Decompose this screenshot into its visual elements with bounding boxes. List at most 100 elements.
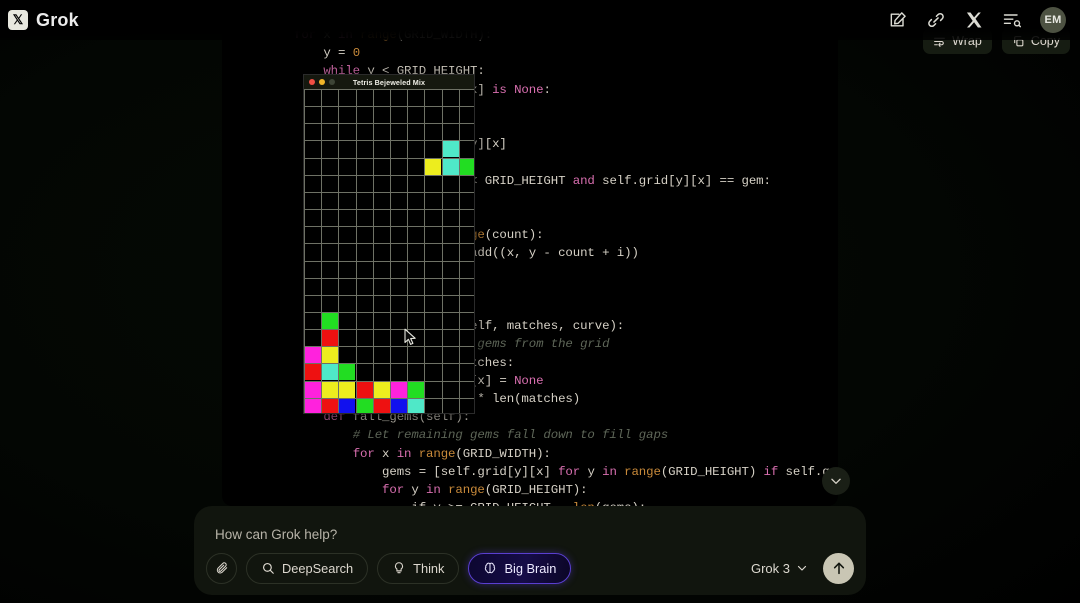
- game-gem: [305, 399, 321, 413]
- top-bar-actions: EM: [888, 0, 1066, 40]
- code-token: y: [411, 483, 427, 498]
- code-token: (GRID_WIDTH):: [455, 446, 551, 461]
- game-gem: [391, 399, 407, 413]
- code-token: y =: [323, 46, 353, 61]
- grid-line-horizontal: [304, 106, 474, 107]
- brand[interactable]: 𝕏 Grok: [8, 10, 79, 31]
- game-gem: [305, 347, 321, 363]
- grid-line-horizontal: [304, 89, 474, 90]
- attach-button[interactable]: [206, 552, 237, 584]
- code-line: for y in range(GRID_HEIGHT):: [222, 481, 838, 499]
- avatar[interactable]: EM: [1040, 7, 1066, 33]
- game-gem: [322, 313, 338, 329]
- game-title-bar[interactable]: Tetris Bejeweled Mix: [304, 75, 474, 89]
- code-token: gems = [self.grid[y][x]: [382, 464, 559, 479]
- game-gem: [322, 382, 338, 398]
- game-gem: [374, 399, 390, 413]
- grid-line-vertical: [356, 89, 357, 413]
- code-line: y = 0: [222, 44, 838, 62]
- game-gem: [374, 382, 390, 398]
- big-brain-label: Big Brain: [504, 560, 557, 576]
- app-root: 𝕏 Grok EM y = 0 while y < GRID_HEIGHT: i…: [0, 0, 1080, 603]
- grid-line-vertical: [459, 89, 460, 413]
- game-gem: [408, 382, 424, 398]
- grid-line-vertical: [407, 89, 408, 413]
- xai-logo-icon: 𝕏: [8, 10, 28, 30]
- grid-line-horizontal: [304, 295, 474, 296]
- code-line: for x in range(GRID_WIDTH):: [222, 445, 838, 463]
- code-token: range: [448, 483, 485, 498]
- game-gem: [357, 399, 373, 413]
- game-gem: [322, 330, 338, 346]
- link-icon[interactable]: [926, 10, 946, 30]
- code-token: for: [382, 483, 412, 498]
- game-gem: [322, 399, 338, 413]
- grid-line-horizontal: [304, 175, 474, 176]
- game-gem: [460, 159, 474, 175]
- code-token: (GRID_HEIGHT): [660, 464, 764, 479]
- code-line: # Let remaining gems fall down to fill g…: [222, 426, 838, 444]
- code-token: (count):: [484, 228, 544, 243]
- game-gem: [357, 382, 373, 398]
- code-token: * len(matches): [470, 392, 581, 407]
- grid-line-vertical: [390, 89, 391, 413]
- code-token: range: [624, 464, 661, 479]
- grid-line-horizontal: [304, 209, 474, 210]
- grid-line-horizontal: [304, 226, 474, 227]
- send-button[interactable]: [823, 552, 854, 584]
- grid-line-vertical: [424, 89, 425, 413]
- model-label: Grok 3: [750, 560, 790, 576]
- code-token: range: [418, 446, 456, 461]
- code-token: for: [352, 446, 383, 461]
- grid-line-horizontal: [304, 278, 474, 279]
- mouse-cursor: [404, 328, 417, 346]
- game-gem: [391, 382, 407, 398]
- deepsearch-label: DeepSearch: [282, 560, 354, 576]
- grid-line-horizontal: [304, 192, 474, 193]
- model-selector[interactable]: Grok 3: [751, 561, 808, 576]
- game-window[interactable]: Tetris Bejeweled Mix: [303, 74, 475, 414]
- grid-line-vertical: [442, 89, 443, 413]
- game-gem: [322, 364, 338, 380]
- new-chat-icon[interactable]: [888, 10, 908, 30]
- composer-placeholder[interactable]: How can Grok help?: [215, 527, 337, 542]
- code-token: in: [602, 464, 625, 479]
- game-gem: [425, 159, 441, 175]
- code-token: for: [558, 464, 588, 479]
- grid-line-horizontal: [304, 261, 474, 262]
- code-token: y: [587, 464, 603, 479]
- game-gem: [443, 159, 459, 175]
- composer-toolbar: DeepSearch Think Big Brain Grok 3: [206, 551, 854, 585]
- game-board[interactable]: [304, 89, 474, 413]
- code-token: in: [426, 483, 449, 498]
- code-token: # Let remaining gems fall down to fill g…: [352, 428, 669, 443]
- code-token: in: [396, 446, 419, 461]
- code-token: and: [572, 173, 603, 188]
- deepsearch-button[interactable]: DeepSearch: [246, 552, 369, 584]
- composer[interactable]: How can Grok help? DeepSearch Think Big …: [194, 506, 866, 595]
- top-bar: 𝕏 Grok EM: [0, 0, 1080, 40]
- big-brain-button[interactable]: Big Brain: [468, 552, 572, 584]
- grid-line-horizontal: [304, 243, 474, 244]
- game-gem: [305, 382, 321, 398]
- brand-name: Grok: [36, 9, 79, 30]
- game-gem: [443, 141, 459, 157]
- game-gem: [339, 382, 355, 398]
- code-line: if y >= GRID_HEIGHT - len(gems):: [222, 499, 838, 506]
- grid-line-horizontal: [304, 123, 474, 124]
- code-token: :: [543, 82, 551, 97]
- think-label: Think: [413, 560, 445, 576]
- x-icon[interactable]: [964, 10, 984, 30]
- code-token: 0: [352, 46, 361, 61]
- game-gem: [339, 364, 355, 380]
- game-gem: [339, 399, 355, 413]
- code-token: if: [763, 464, 786, 479]
- history-icon[interactable]: [1002, 10, 1022, 30]
- game-gem: [305, 364, 321, 380]
- game-window-title: Tetris Bejeweled Mix: [352, 77, 426, 87]
- code-token: is: [492, 82, 515, 97]
- scroll-to-bottom-button[interactable]: [822, 467, 850, 495]
- think-button[interactable]: Think: [377, 552, 460, 584]
- code-token: None: [514, 82, 544, 97]
- grid-line-vertical: [373, 89, 374, 413]
